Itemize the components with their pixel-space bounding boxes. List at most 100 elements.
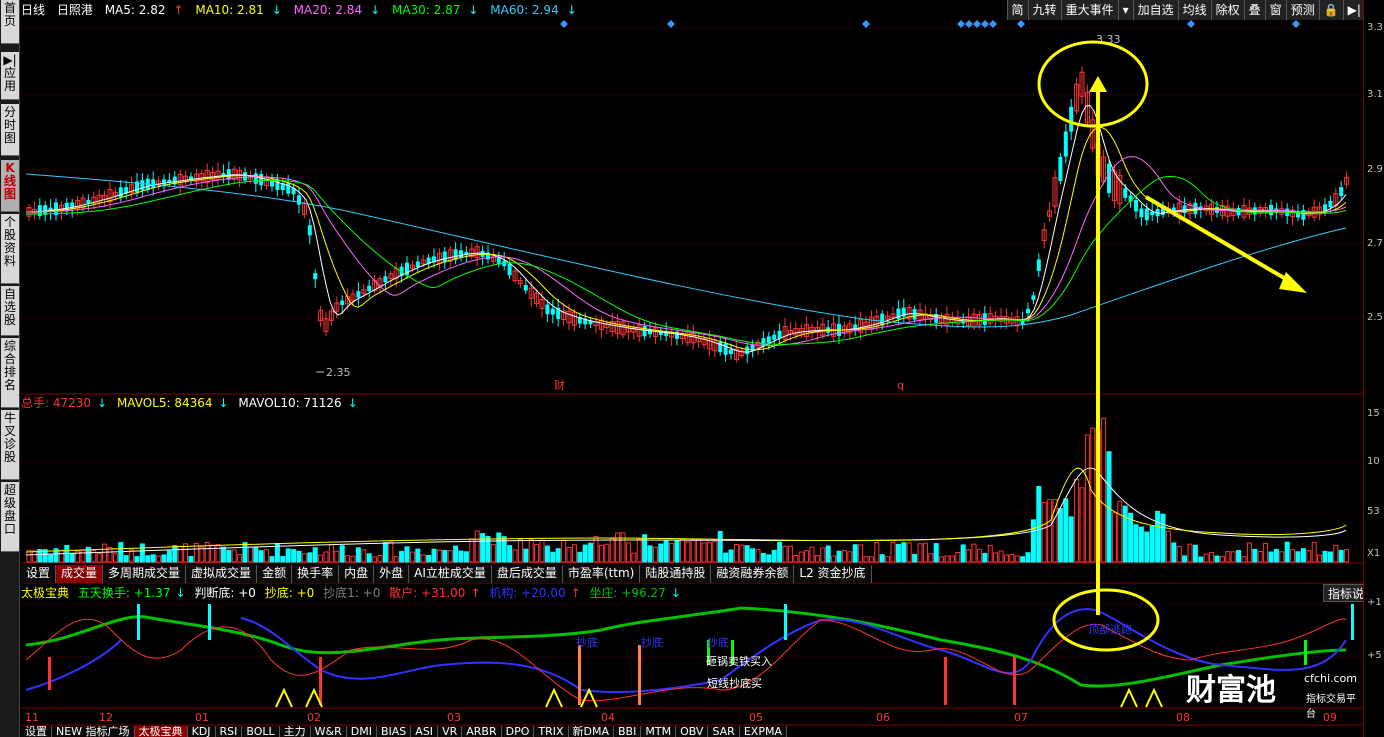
- tab-turnover[interactable]: 换手率: [292, 565, 340, 583]
- volume-bar: [496, 532, 502, 563]
- volume-bar: [210, 544, 216, 563]
- candle-body: [253, 173, 258, 184]
- btab-vr[interactable]: VR: [438, 726, 463, 737]
- volume-bar: [825, 545, 831, 563]
- volume-bar: [345, 555, 351, 563]
- volume-bar: [1279, 551, 1285, 563]
- tab-multi-period-volume[interactable]: 多周期成交量: [103, 565, 187, 583]
- volume-bar: [1306, 550, 1312, 563]
- sidebar-item-ranking[interactable]: 综合排名: [1, 338, 19, 408]
- btab-dpo[interactable]: DPO: [501, 726, 535, 737]
- tab-after-hours-volume[interactable]: 盘后成交量: [491, 565, 563, 583]
- volume-bar: [199, 546, 205, 563]
- volume-bar: [480, 533, 486, 563]
- btab-boll[interactable]: BOLL: [242, 726, 280, 737]
- sidebar-item-stock-info[interactable]: 个股资料: [1, 214, 19, 284]
- signal-bar: [208, 604, 211, 640]
- volume-bar: [679, 538, 685, 563]
- x-label-02: 02: [307, 711, 321, 724]
- btab-kdj[interactable]: KDJ: [187, 726, 216, 737]
- btab-sar[interactable]: SAR: [708, 726, 740, 737]
- volume-bar: [782, 545, 788, 563]
- btab-obv[interactable]: OBV: [676, 726, 709, 737]
- volume-bar: [1327, 551, 1333, 563]
- btab-asi[interactable]: ASI: [411, 726, 439, 737]
- volume-bar: [485, 535, 491, 563]
- tab-volume[interactable]: 成交量: [56, 565, 104, 583]
- volume-bar: [642, 534, 648, 563]
- candle-body: [1036, 259, 1041, 271]
- event-diamond: [989, 20, 997, 28]
- tab-outer[interactable]: 外盘: [374, 565, 410, 583]
- triangle-signal: [1145, 687, 1163, 708]
- volume-bar: [966, 549, 972, 563]
- btab-main-force[interactable]: 主力: [279, 726, 311, 737]
- tab-ai-volume[interactable]: AI立桩成交量: [409, 565, 492, 583]
- sidebar-item-order-book[interactable]: 超级盘口: [1, 482, 19, 552]
- volume-bar: [609, 537, 615, 563]
- volume-info: 总手: 47230 ↓ MAVOL5: 84364 ↓ MAVOL10: 71126…: [21, 395, 364, 411]
- tab-inner[interactable]: 内盘: [339, 565, 375, 583]
- candle-body: [151, 179, 156, 188]
- kline-chart[interactable]: 3.33 2.35 财 q 抄底 抄底 抄底 砸锅卖铁买入 短线抄底买 顶部逃跑: [21, 0, 1363, 737]
- volume-bar: [831, 555, 837, 563]
- volume-bar: [912, 553, 918, 563]
- sidebar-item-kline[interactable]: K线图: [1, 160, 19, 212]
- btab-wr[interactable]: W&R: [310, 726, 347, 737]
- candle-body: [1215, 206, 1219, 213]
- sidebar-item-home[interactable]: 首页: [1, 0, 19, 44]
- candle-body: [259, 173, 264, 186]
- btab-taiji[interactable]: 太极宝典: [134, 726, 188, 737]
- tab-settings[interactable]: 设置: [21, 565, 57, 583]
- signal-bar: [1351, 604, 1354, 640]
- btab-mtm[interactable]: MTM: [641, 726, 677, 737]
- candle-body: [162, 179, 166, 185]
- volume-bar: [523, 548, 529, 563]
- volume-bar: [388, 541, 394, 563]
- sidebar-item-timeshare[interactable]: 分时图: [1, 104, 19, 156]
- volume-bar: [1225, 551, 1231, 563]
- tab-l2-fund[interactable]: L2 资金抄底: [794, 565, 872, 583]
- volume-bar: [31, 550, 37, 563]
- q-marker[interactable]: q: [897, 379, 904, 392]
- volume-bar: [1192, 544, 1198, 563]
- volume-bar: [798, 551, 804, 563]
- volume-bar: [755, 549, 761, 563]
- btab-rsi[interactable]: RSI: [215, 726, 243, 737]
- btab-settings[interactable]: 设置: [21, 726, 52, 737]
- volume-bar: [1122, 505, 1128, 563]
- y-tick-2.9: 2.9: [1367, 164, 1383, 175]
- tab-margin[interactable]: 融资融券余额: [711, 565, 795, 583]
- btab-dmi[interactable]: DMI: [346, 726, 377, 737]
- volume-bar: [669, 542, 675, 563]
- sidebar-item-diagnosis[interactable]: 牛叉诊股: [1, 410, 19, 480]
- indicator-name[interactable]: 太极宝典: [21, 586, 69, 600]
- finance-marker[interactable]: 财: [554, 378, 565, 392]
- tab-pe-ttm[interactable]: 市盈率(ttm): [562, 565, 641, 583]
- btab-bbi[interactable]: BBI: [614, 726, 642, 737]
- volume-bar: [550, 551, 556, 563]
- btab-arbr[interactable]: ARBR: [462, 726, 502, 737]
- candle-body: [297, 195, 301, 205]
- candle-body: [243, 172, 247, 181]
- y-tick-vol-x1: X1: [1367, 548, 1381, 559]
- y-tick-2.5: 2.5: [1367, 312, 1383, 323]
- btab-indicator-square[interactable]: NEW 指标广场: [52, 726, 135, 737]
- btab-new-dma[interactable]: 新DMA: [568, 726, 615, 737]
- sidebar-item-watchlist[interactable]: 自选股: [1, 286, 19, 336]
- btab-expma[interactable]: EXPMA: [739, 726, 787, 737]
- volume-bar: [426, 554, 432, 563]
- volume-bar: [809, 546, 815, 563]
- volume-bar: [625, 542, 631, 563]
- btab-bias[interactable]: BIAS: [376, 726, 412, 737]
- volume-bar: [458, 550, 464, 563]
- sidebar-item-apps[interactable]: ▶|应用: [1, 52, 19, 100]
- btab-trix[interactable]: TRIX: [534, 726, 569, 737]
- volume-bar: [1068, 516, 1074, 563]
- event-diamond: [667, 20, 675, 28]
- candle-body: [723, 343, 728, 355]
- tab-virtual-volume[interactable]: 虚拟成交量: [186, 565, 258, 583]
- indicator-lines: [25, 604, 1354, 708]
- tab-northbound[interactable]: 陆股通持股: [640, 565, 712, 583]
- tab-amount[interactable]: 金额: [257, 565, 293, 583]
